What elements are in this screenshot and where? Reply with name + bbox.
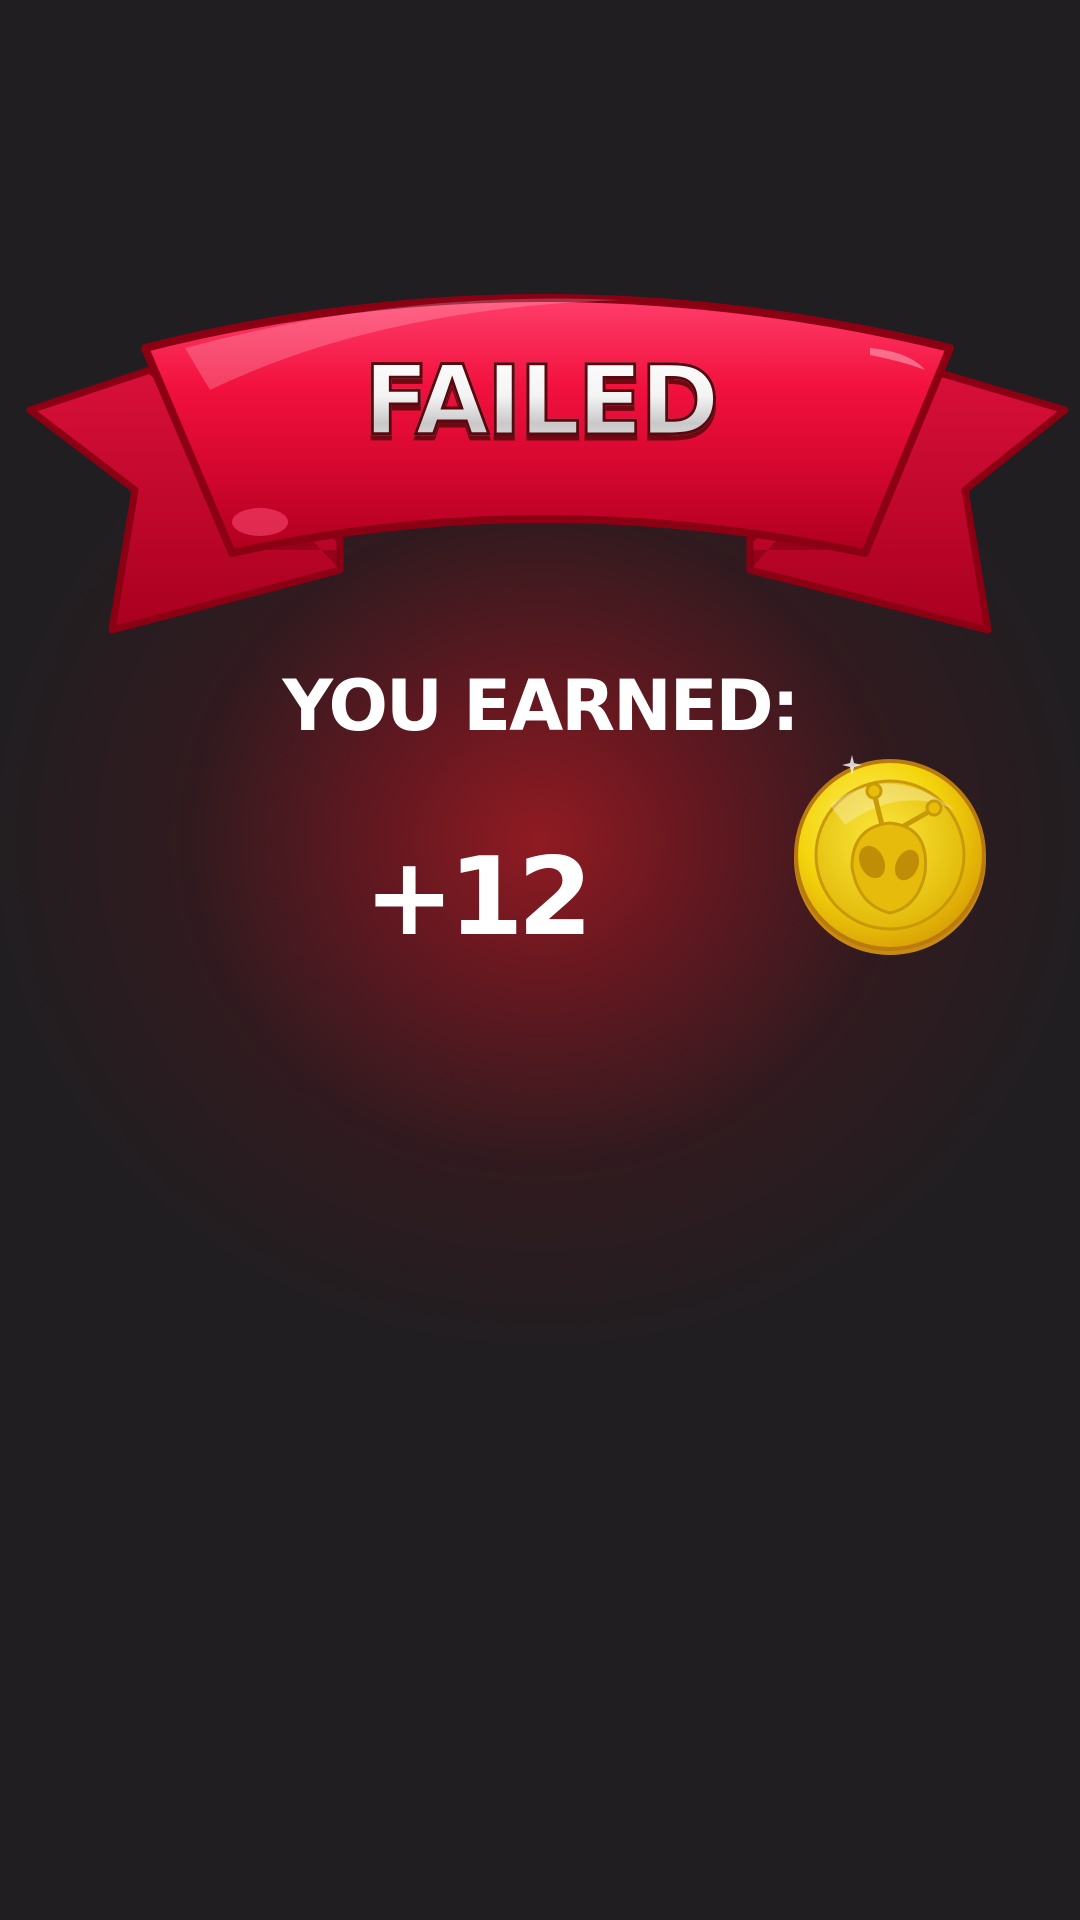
- reward-amount: +12: [364, 835, 593, 960]
- result-title: FAILED: [0, 344, 1080, 459]
- failed-banner: [26, 294, 1069, 634]
- results-screen: FAILED YOU EARNED: +12: [0, 0, 1080, 1920]
- alien-coin-icon: [794, 755, 986, 955]
- you-earned-label: YOU EARNED:: [282, 665, 799, 747]
